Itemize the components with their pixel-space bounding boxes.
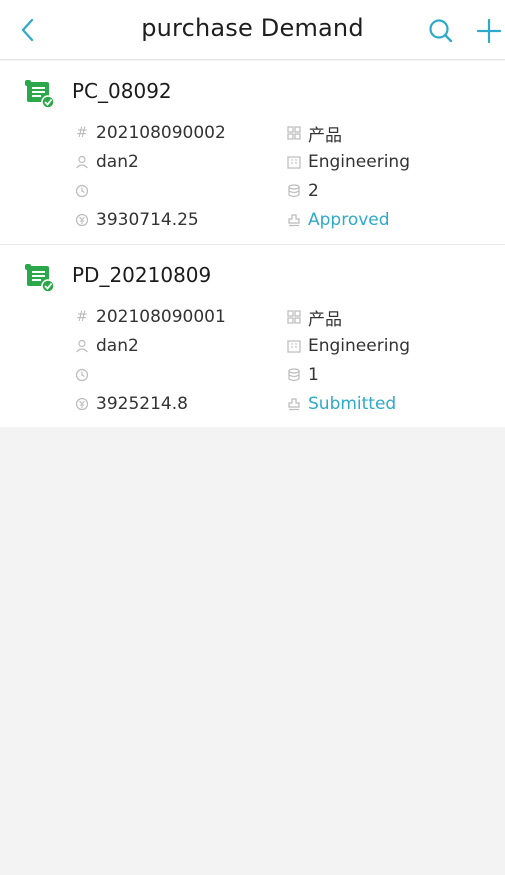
record-department: Engineering	[286, 150, 410, 174]
document-check-icon	[25, 80, 55, 109]
currency-icon	[74, 212, 90, 228]
record-user: dan2	[74, 334, 139, 358]
grid-icon	[286, 125, 302, 141]
record-title: PC_08092	[72, 79, 172, 103]
record-quantity: 2	[286, 179, 319, 203]
document-check-icon	[25, 264, 55, 293]
hash-icon: #	[76, 309, 88, 325]
record-number: # 202108090002	[74, 121, 226, 145]
stamp-icon	[286, 212, 302, 228]
building-icon	[286, 154, 302, 170]
list-item[interactable]: PD_20210809 # 202108090001 产品 dan2 Engin…	[0, 245, 505, 427]
currency-icon	[74, 396, 90, 412]
record-amount: 3930714.25	[74, 208, 199, 232]
chevron-left-icon	[21, 18, 34, 42]
grid-icon	[286, 309, 302, 325]
add-button[interactable]	[472, 14, 505, 48]
clock-icon	[74, 367, 90, 383]
purchase-demand-list: PC_08092 # 202108090002 产品 dan2 Engineer…	[0, 61, 505, 427]
record-user: dan2	[74, 150, 139, 174]
record-category: 产品	[286, 121, 342, 146]
record-time	[74, 179, 96, 203]
building-icon	[286, 338, 302, 354]
search-icon	[429, 19, 453, 43]
database-icon	[286, 367, 302, 383]
stamp-icon	[286, 396, 302, 412]
record-status: Submitted	[286, 392, 396, 416]
record-department: Engineering	[286, 334, 410, 358]
search-button[interactable]	[424, 14, 458, 48]
user-icon	[74, 338, 90, 354]
back-button[interactable]	[12, 14, 44, 46]
database-icon	[286, 183, 302, 199]
hash-icon: #	[76, 125, 88, 141]
clock-icon	[74, 183, 90, 199]
list-item[interactable]: PC_08092 # 202108090002 产品 dan2 Engineer…	[0, 61, 505, 245]
record-title: PD_20210809	[72, 263, 212, 287]
record-number: # 202108090001	[74, 305, 226, 329]
record-amount: 3925214.8	[74, 392, 188, 416]
status-badge: Approved	[308, 210, 390, 230]
record-quantity: 1	[286, 363, 319, 387]
top-bar: purchase Demand	[0, 0, 505, 60]
record-category: 产品	[286, 305, 342, 330]
record-time	[74, 363, 96, 387]
user-icon	[74, 154, 90, 170]
status-badge: Submitted	[308, 394, 397, 414]
plus-icon	[476, 18, 502, 44]
record-status: Approved	[286, 208, 390, 232]
